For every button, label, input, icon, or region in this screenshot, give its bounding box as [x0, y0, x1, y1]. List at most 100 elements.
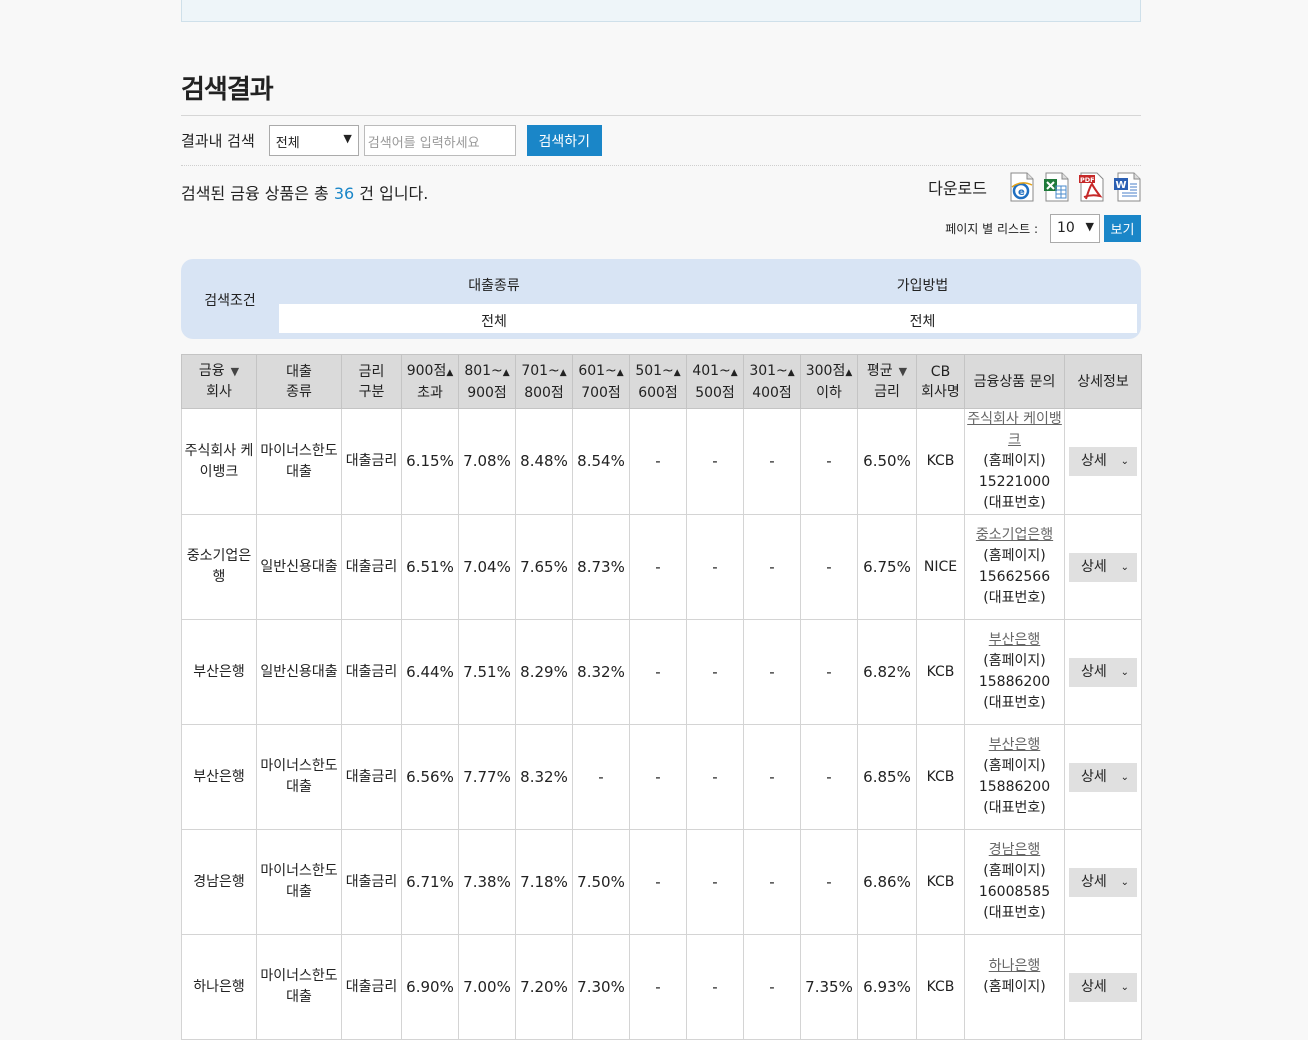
cell-rate-s801: 7.77% [458, 724, 516, 830]
col-header-701[interactable]: 701~▲ 800점 [515, 354, 573, 409]
homepage-note: (홈페이지) [983, 863, 1046, 879]
sort-down-icon[interactable]: ▼ [899, 365, 907, 378]
col-header-bank[interactable]: 금융 ▼ 회사 [181, 354, 257, 409]
bank-homepage-link[interactable]: 경남은행 [989, 842, 1041, 858]
detail-dropdown-button[interactable]: 상세 ⌄ [1069, 867, 1137, 897]
phone-number: 15662566 [978, 569, 1051, 585]
col-header-401[interactable]: 401~▲ 500점 [686, 354, 744, 409]
word-icon[interactable]: W [1113, 172, 1141, 202]
col-header-rate-type: 금리 구분 [341, 354, 402, 409]
sort-up-icon[interactable]: ▲ [788, 368, 795, 378]
cell-rate-avg: 6.85% [857, 724, 917, 830]
search-scope-select[interactable]: 전체 ▼ [268, 125, 359, 156]
detail-dropdown-button[interactable]: 상세 ⌄ [1069, 552, 1137, 582]
col-header-300[interactable]: 300점▲ 이하 [800, 354, 858, 409]
chevron-down-icon: ⌄ [1120, 666, 1129, 678]
bank-homepage-link[interactable]: 중소기업은행 [976, 527, 1053, 543]
detail-dropdown-button[interactable]: 상세 ⌄ [1069, 972, 1137, 1002]
cell-rate-s601: 8.32% [572, 619, 630, 725]
cell-rate-type: 대출금리 [341, 408, 402, 515]
cell-rate-s801: 7.38% [458, 829, 516, 935]
col-header-801[interactable]: 801~▲ 900점 [458, 354, 516, 409]
phone-note: (대표번호) [983, 695, 1046, 711]
detail-label: 상세 [1081, 663, 1107, 680]
bank-homepage-link[interactable]: 부산은행 [989, 737, 1041, 753]
cell-loan-type: 일반신용대출 [256, 514, 342, 620]
bank-homepage-link[interactable]: 부산은행 [989, 632, 1041, 648]
main-content: 검색결과 결과내 검색 전체 ▼ 검색어를 입력하세요 검색하기 검색된 금융 … [181, 0, 1142, 1040]
search-input[interactable]: 검색어를 입력하세요 [363, 125, 516, 156]
loan-type-value: 전체 [481, 314, 507, 330]
cell-cb-company: KCB [916, 724, 965, 830]
search-placeholder: 검색어를 입력하세요 [367, 136, 480, 151]
phone-number: 16008585 [978, 884, 1051, 900]
download-bar: 다운로드 e PDF W [928, 172, 1141, 202]
cell-rate-s801: 7.08% [458, 408, 516, 515]
cell-detail: 상세 ⌄ [1064, 724, 1142, 830]
col-header-501[interactable]: 501~▲ 600점 [629, 354, 687, 409]
sort-up-icon[interactable]: ▲ [446, 368, 453, 378]
sort-down-icon[interactable]: ▼ [231, 365, 239, 378]
cell-rate-type: 대출금리 [341, 829, 402, 935]
excel-icon[interactable] [1043, 172, 1071, 202]
cell-rate-s501: - [629, 514, 687, 620]
table-row: 하나은행 마이너스한도대출 대출금리 6.90% 7.00% 7.20% 7.30% - - -7… [181, 934, 1142, 1040]
cell-rate-s900: 6.44% [401, 619, 459, 725]
col-header-601[interactable]: 601~▲ 700점 [572, 354, 630, 409]
cell-rate-s501: - [629, 724, 687, 830]
phone-number: 15886200 [978, 674, 1051, 690]
cell-loan-type: 일반신용대출 [256, 619, 342, 725]
cell-rate-avg: 6.50% [857, 408, 917, 515]
cell-cb-company: KCB [916, 934, 965, 1040]
sort-up-icon[interactable]: ▲ [503, 368, 510, 378]
result-search-bar: 결과내 검색 전체 ▼ 검색어를 입력하세요 검색하기 [181, 116, 1141, 166]
cell-cb-company: KCB [916, 408, 965, 515]
cell-detail: 상세 ⌄ [1064, 619, 1142, 725]
sort-up-icon[interactable]: ▲ [845, 368, 852, 378]
chevron-down-icon: ⌄ [1120, 981, 1129, 993]
sort-up-icon[interactable]: ▲ [617, 368, 624, 378]
homepage-note: (홈페이지) [983, 548, 1046, 564]
cell-rate-s300: - [800, 724, 858, 830]
page-size-select[interactable]: 10 ▼ [1050, 214, 1100, 243]
view-button[interactable]: 보기 [1104, 215, 1141, 242]
cell-rate-s401: - [686, 934, 744, 1040]
chevron-down-icon: ⌄ [1120, 561, 1129, 573]
phone-note: (대표번호) [983, 800, 1046, 816]
detail-dropdown-button[interactable]: 상세 ⌄ [1069, 657, 1137, 687]
search-button[interactable]: 검색하기 [526, 125, 602, 156]
page-title: 검색결과 [181, 75, 274, 105]
cell-rate-s501: - [629, 934, 687, 1040]
col-header-301[interactable]: 301~▲ 400점 [743, 354, 801, 409]
col-header-detail: 상세정보 [1064, 354, 1142, 409]
cell-rate-s601: 8.54% [572, 408, 630, 515]
pdf-icon[interactable]: PDF [1078, 172, 1106, 202]
detail-dropdown-button[interactable]: 상세 ⌄ [1069, 762, 1137, 792]
cell-rate-s701: 7.65% [515, 514, 573, 620]
detail-label: 상세 [1081, 558, 1107, 575]
cell-rate-s401: - [686, 514, 744, 620]
chevron-down-icon: ▼ [343, 132, 352, 145]
cell-rate-s801: 7.00% [458, 934, 516, 1040]
cell-detail: 상세 ⌄ [1064, 514, 1142, 620]
homepage-note: (홈페이지) [983, 453, 1046, 469]
sort-up-icon[interactable]: ▲ [674, 368, 681, 378]
col-header-avg[interactable]: 평균 ▼ 금리 [857, 354, 917, 409]
phone-note: (대표번호) [983, 905, 1046, 921]
cell-rate-s401: - [686, 408, 744, 515]
cell-bank: 부산은행 [181, 619, 257, 725]
sort-up-icon[interactable]: ▲ [731, 368, 738, 378]
table-row: 주식회사 케이뱅크 마이너스한도대출 대출금리 6.15% 7.08% 8.48% 8.54… [181, 408, 1142, 515]
cell-inquiry: 중소기업은행 (홈페이지) 15662566 (대표번호) [964, 514, 1065, 620]
ie-icon[interactable]: e [1008, 172, 1036, 202]
detail-dropdown-button[interactable]: 상세 ⌄ [1069, 447, 1137, 476]
bank-homepage-link[interactable]: 주식회사 케이뱅크 [967, 411, 1062, 448]
join-method-value: 전체 [909, 314, 936, 330]
col-header-900[interactable]: 900점▲ 초과 [401, 354, 459, 409]
sort-up-icon[interactable]: ▲ [560, 368, 567, 378]
cell-inquiry: 부산은행 (홈페이지) 15886200 (대표번호) [964, 724, 1065, 830]
cell-rate-s300: 7.35% [800, 934, 858, 1040]
cell-rate-type: 대출금리 [341, 724, 402, 830]
bank-homepage-link[interactable]: 하나은행 [989, 958, 1041, 974]
cell-inquiry: 주식회사 케이뱅크 (홈페이지) 15221000 (대표번호) [964, 408, 1065, 515]
